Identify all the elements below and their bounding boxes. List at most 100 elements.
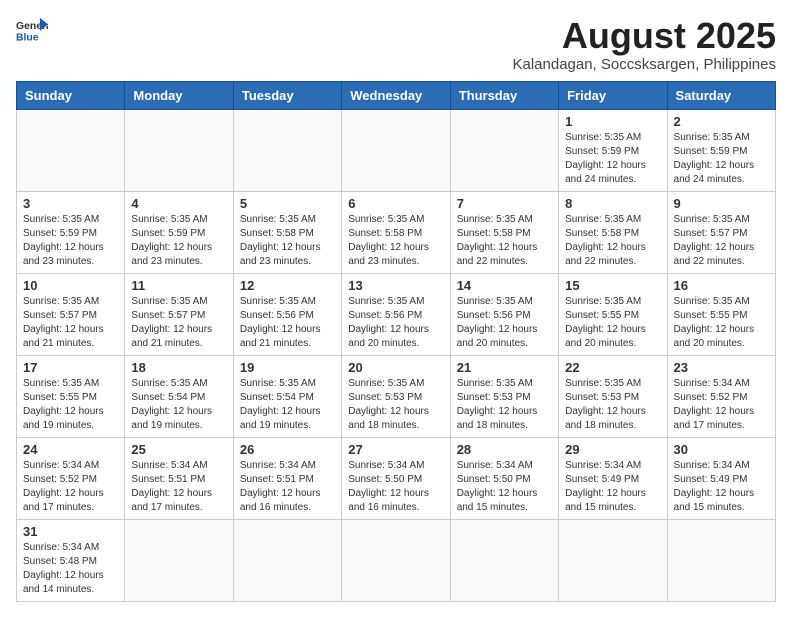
week-row-2: 3 Sunrise: 5:35 AM Sunset: 5:59 PM Daylig… [17,191,776,273]
calendar-cell: 18Sunrise: 5:35 AM Sunset: 5:54 PM Dayli… [125,355,233,437]
day-info: Sunrise: 5:34 AM Sunset: 5:49 PM Dayligh… [674,459,769,515]
day-number: 30 [674,442,769,457]
calendar-cell: 29 Sunrise: 5:34 AM Sunset: 5:49 PM Dayli… [559,437,667,519]
day-number: 22 [565,360,660,375]
day-info: Sunrise: 5:35 AM Sunset: 5:58 PM Dayligh… [457,213,552,269]
day-number: 9 [674,196,769,211]
day-number: 20 [348,360,443,375]
week-row-4: 17 Sunrise: 5:35 AM Sunset: 5:55 PM Dayli… [17,355,776,437]
title-area: August 2025 Kalandagan, Soccsksargen, Ph… [512,16,776,73]
day-number: 10 [23,278,118,293]
calendar-cell: 30 Sunrise: 5:34 AM Sunset: 5:49 PM Dayli… [667,437,775,519]
month-year-title: August 2025 [512,16,776,56]
day-number: 29 [565,442,660,457]
day-info: Sunrise: 5:35 AM Sunset: 5:57 PM Dayligh… [131,295,226,351]
day-info: Sunrise: 5:34 AM Sunset: 5:52 PM Dayligh… [23,459,118,515]
calendar-cell: 6 Sunrise: 5:35 AM Sunset: 5:58 PM Daylig… [342,191,450,273]
day-info: Sunrise: 5:34 AM Sunset: 5:48 PM Dayligh… [23,541,118,597]
day-number: 2 [674,114,769,129]
calendar-cell [125,519,233,601]
day-info: Sunrise: 5:35 AM Sunset: 5:53 PM Dayligh… [348,377,443,433]
calendar-cell: 15 Sunrise: 5:35 AM Sunset: 5:55 PM Dayli… [559,273,667,355]
day-info: Sunrise: 5:35 AM Sunset: 5:56 PM Dayligh… [457,295,552,351]
week-row-5: 24 Sunrise: 5:34 AM Sunset: 5:52 PM Dayli… [17,437,776,519]
generalblue-logo-icon: General Blue [16,16,48,44]
col-header-wednesday: Wednesday [342,81,450,109]
calendar-cell: 9 Sunrise: 5:35 AM Sunset: 5:57 PM Daylig… [667,191,775,273]
calendar-cell: 7 Sunrise: 5:35 AM Sunset: 5:58 PM Daylig… [450,191,558,273]
day-number: 4 [131,196,226,211]
calendar-cell: 16 Sunrise: 5:35 AM Sunset: 5:55 PM Dayli… [667,273,775,355]
week-row-1: 1 Sunrise: 5:35 AM Sunset: 5:59 PM Daylig… [17,109,776,191]
day-number: 26 [240,442,335,457]
day-info: Sunrise: 5:35 AM Sunset: 5:59 PM Dayligh… [674,131,769,187]
day-number: 6 [348,196,443,211]
col-header-thursday: Thursday [450,81,558,109]
day-info: Sunrise: 5:35 AM Sunset: 5:59 PM Dayligh… [131,213,226,269]
location-subtitle: Kalandagan, Soccsksargen, Philippines [512,56,776,73]
calendar-cell [233,109,341,191]
day-number: 7 [457,196,552,211]
logo: General Blue [16,16,48,44]
calendar-cell [450,109,558,191]
day-info: Sunrise: 5:35 AM Sunset: 5:57 PM Dayligh… [23,295,118,351]
day-info: Sunrise: 5:34 AM Sunset: 5:51 PM Dayligh… [131,459,226,515]
col-header-saturday: Saturday [667,81,775,109]
col-header-friday: Friday [559,81,667,109]
calendar-cell: 28Sunrise: 5:34 AM Sunset: 5:50 PM Dayli… [450,437,558,519]
day-number: 31 [23,524,118,539]
day-info: Sunrise: 5:34 AM Sunset: 5:50 PM Dayligh… [457,459,552,515]
calendar-cell [559,519,667,601]
calendar-cell [450,519,558,601]
day-info: Sunrise: 5:34 AM Sunset: 5:49 PM Dayligh… [565,459,660,515]
calendar-cell [342,519,450,601]
calendar-table: SundayMondayTuesdayWednesdayThursdayFrid… [16,81,776,602]
day-number: 21 [457,360,552,375]
day-info: Sunrise: 5:35 AM Sunset: 5:57 PM Dayligh… [674,213,769,269]
day-number: 24 [23,442,118,457]
calendar-cell: 25 Sunrise: 5:34 AM Sunset: 5:51 PM Dayli… [125,437,233,519]
day-number: 5 [240,196,335,211]
col-header-sunday: Sunday [17,81,125,109]
calendar-cell: 23Sunrise: 5:34 AM Sunset: 5:52 PM Dayli… [667,355,775,437]
day-info: Sunrise: 5:35 AM Sunset: 5:56 PM Dayligh… [240,295,335,351]
calendar-cell: 10 Sunrise: 5:35 AM Sunset: 5:57 PM Dayli… [17,273,125,355]
svg-text:Blue: Blue [16,32,39,43]
day-number: 17 [23,360,118,375]
day-number: 18 [131,360,226,375]
day-info: Sunrise: 5:35 AM Sunset: 5:58 PM Dayligh… [348,213,443,269]
calendar-cell: 11Sunrise: 5:35 AM Sunset: 5:57 PM Dayli… [125,273,233,355]
day-number: 13 [348,278,443,293]
week-row-6: 31 Sunrise: 5:34 AM Sunset: 5:48 PM Dayli… [17,519,776,601]
calendar-cell: 14Sunrise: 5:35 AM Sunset: 5:56 PM Dayli… [450,273,558,355]
calendar-cell: 20 Sunrise: 5:35 AM Sunset: 5:53 PM Dayli… [342,355,450,437]
calendar-cell: 13Sunrise: 5:35 AM Sunset: 5:56 PM Dayli… [342,273,450,355]
calendar-cell [667,519,775,601]
day-number: 15 [565,278,660,293]
day-info: Sunrise: 5:35 AM Sunset: 5:58 PM Dayligh… [565,213,660,269]
day-info: Sunrise: 5:35 AM Sunset: 5:54 PM Dayligh… [240,377,335,433]
day-info: Sunrise: 5:35 AM Sunset: 5:58 PM Dayligh… [240,213,335,269]
calendar-cell [17,109,125,191]
day-number: 1 [565,114,660,129]
day-info: Sunrise: 5:35 AM Sunset: 5:53 PM Dayligh… [565,377,660,433]
day-info: Sunrise: 5:35 AM Sunset: 5:55 PM Dayligh… [674,295,769,351]
day-info: Sunrise: 5:35 AM Sunset: 5:55 PM Dayligh… [565,295,660,351]
day-number: 23 [674,360,769,375]
calendar-cell [125,109,233,191]
calendar-cell: 27Sunrise: 5:34 AM Sunset: 5:50 PM Dayli… [342,437,450,519]
calendar-cell: 22 Sunrise: 5:35 AM Sunset: 5:53 PM Dayli… [559,355,667,437]
day-number: 3 [23,196,118,211]
calendar-cell: 5 Sunrise: 5:35 AM Sunset: 5:58 PM Daylig… [233,191,341,273]
day-number: 16 [674,278,769,293]
calendar-cell: 12Sunrise: 5:35 AM Sunset: 5:56 PM Dayli… [233,273,341,355]
calendar-cell: 8Sunrise: 5:35 AM Sunset: 5:58 PM Daylig… [559,191,667,273]
calendar-cell: 19Sunrise: 5:35 AM Sunset: 5:54 PM Dayli… [233,355,341,437]
week-row-3: 10 Sunrise: 5:35 AM Sunset: 5:57 PM Dayli… [17,273,776,355]
day-info: Sunrise: 5:35 AM Sunset: 5:55 PM Dayligh… [23,377,118,433]
calendar-cell: 1Sunrise: 5:35 AM Sunset: 5:59 PM Daylig… [559,109,667,191]
calendar-cell: 24 Sunrise: 5:34 AM Sunset: 5:52 PM Dayli… [17,437,125,519]
calendar-cell: 26Sunrise: 5:34 AM Sunset: 5:51 PM Dayli… [233,437,341,519]
calendar-header-row: SundayMondayTuesdayWednesdayThursdayFrid… [17,81,776,109]
day-number: 25 [131,442,226,457]
